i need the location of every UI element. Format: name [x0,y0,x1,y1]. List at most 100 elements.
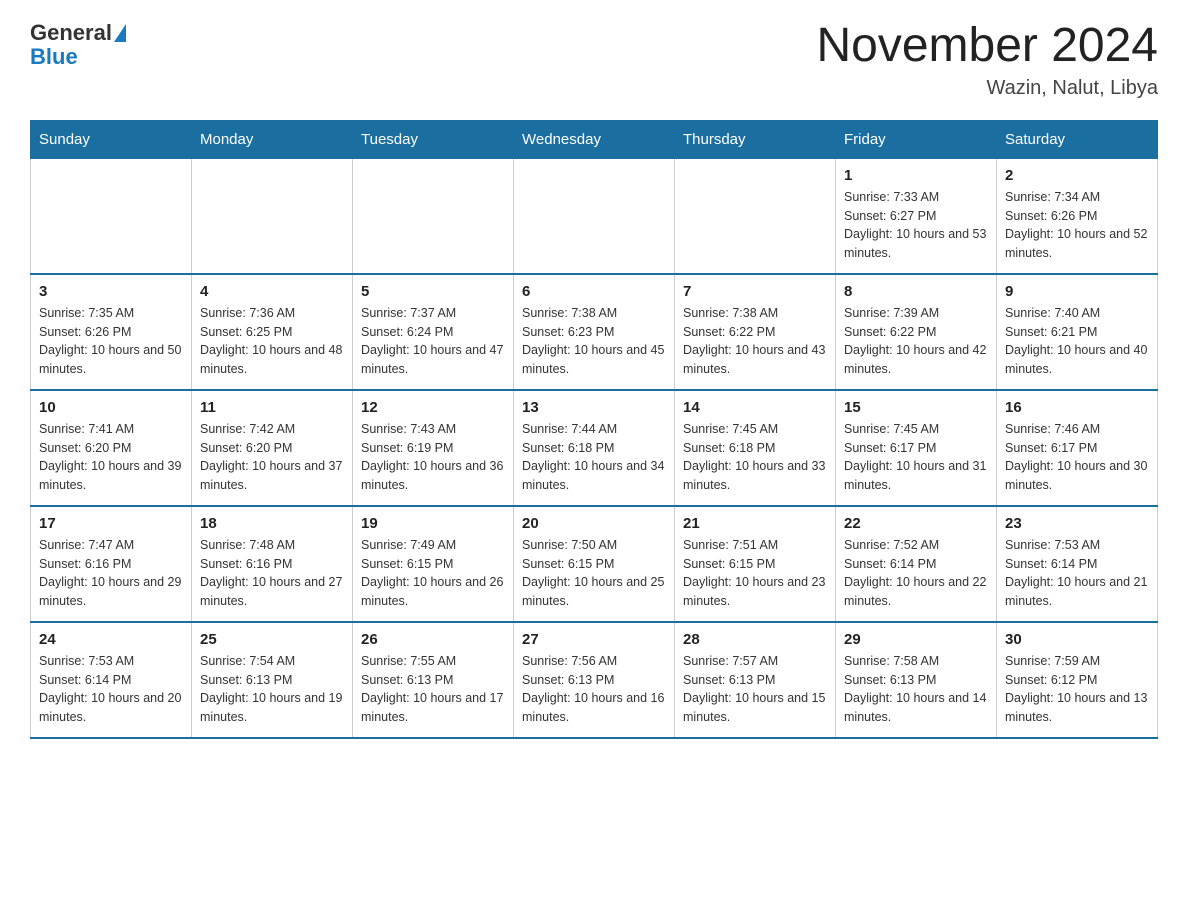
calendar-cell: 30 Sunrise: 7:59 AMSunset: 6:12 PMDayligh… [997,622,1158,738]
day-number: 8 [844,283,988,300]
day-number: 19 [361,515,505,532]
day-number: 13 [522,399,666,416]
day-number: 24 [39,631,183,648]
day-number: 10 [39,399,183,416]
weekday-header-saturday: Saturday [997,120,1158,158]
calendar-cell: 6Sunrise: 7:38 AMSunset: 6:23 PMDaylight… [514,274,675,390]
calendar-cell: 22 Sunrise: 7:52 AMSunset: 6:14 PMDayligh… [836,506,997,622]
day-info: Sunrise: 7:53 AMSunset: 6:14 PMDaylight:… [1005,536,1149,611]
day-info: Sunrise: 7:38 AMSunset: 6:22 PMDaylight:… [683,304,827,379]
week-row-4: 17 Sunrise: 7:47 AMSunset: 6:16 PMDayligh… [31,506,1158,622]
day-info: Sunrise: 7:48 AMSunset: 6:16 PMDaylight:… [200,536,344,611]
calendar-cell: 24Sunrise: 7:53 AMSunset: 6:14 PMDayligh… [31,622,192,738]
calendar-cell: 26 Sunrise: 7:55 AMSunset: 6:13 PMDayligh… [353,622,514,738]
day-info: Sunrise: 7:51 AMSunset: 6:15 PMDaylight:… [683,536,827,611]
month-title: November 2024 [816,20,1158,73]
header: General Blue November 2024 Wazin, Nalut,… [30,20,1158,100]
day-number: 5 [361,283,505,300]
day-number: 18 [200,515,344,532]
calendar-cell [675,158,836,274]
logo-blue-text: Blue [30,44,126,70]
day-info: Sunrise: 7:54 AMSunset: 6:13 PMDaylight:… [200,652,344,727]
day-info: Sunrise: 7:59 AMSunset: 6:12 PMDaylight:… [1005,652,1149,727]
calendar-cell: 10 Sunrise: 7:41 AMSunset: 6:20 PMDayligh… [31,390,192,506]
calendar-cell: 11 Sunrise: 7:42 AMSunset: 6:20 PMDayligh… [192,390,353,506]
week-row-5: 24Sunrise: 7:53 AMSunset: 6:14 PMDayligh… [31,622,1158,738]
day-number: 20 [522,515,666,532]
day-info: Sunrise: 7:50 AMSunset: 6:15 PMDaylight:… [522,536,666,611]
day-number: 1 [844,167,988,184]
calendar-table: SundayMondayTuesdayWednesdayThursdayFrid… [30,120,1158,739]
calendar-cell: 3 Sunrise: 7:35 AMSunset: 6:26 PMDaylight… [31,274,192,390]
calendar-cell: 20 Sunrise: 7:50 AMSunset: 6:15 PMDayligh… [514,506,675,622]
logo: General Blue [30,20,126,70]
day-number: 26 [361,631,505,648]
title-area: November 2024 Wazin, Nalut, Libya [816,20,1158,100]
day-info: Sunrise: 7:35 AMSunset: 6:26 PMDaylight:… [39,304,183,379]
weekday-header-friday: Friday [836,120,997,158]
day-number: 2 [1005,167,1149,184]
day-number: 17 [39,515,183,532]
weekday-header-thursday: Thursday [675,120,836,158]
calendar-cell: 13 Sunrise: 7:44 AMSunset: 6:18 PMDayligh… [514,390,675,506]
week-row-3: 10 Sunrise: 7:41 AMSunset: 6:20 PMDayligh… [31,390,1158,506]
day-number: 30 [1005,631,1149,648]
day-info: Sunrise: 7:42 AMSunset: 6:20 PMDaylight:… [200,420,344,495]
day-info: Sunrise: 7:45 AMSunset: 6:18 PMDaylight:… [683,420,827,495]
day-info: Sunrise: 7:55 AMSunset: 6:13 PMDaylight:… [361,652,505,727]
calendar-cell: 7 Sunrise: 7:38 AMSunset: 6:22 PMDaylight… [675,274,836,390]
calendar-cell: 8Sunrise: 7:39 AMSunset: 6:22 PMDaylight… [836,274,997,390]
day-info: Sunrise: 7:36 AMSunset: 6:25 PMDaylight:… [200,304,344,379]
calendar-cell [31,158,192,274]
calendar-cell: 19 Sunrise: 7:49 AMSunset: 6:15 PMDayligh… [353,506,514,622]
calendar-cell: 12Sunrise: 7:43 AMSunset: 6:19 PMDayligh… [353,390,514,506]
weekday-header-wednesday: Wednesday [514,120,675,158]
calendar-cell: 15Sunrise: 7:45 AMSunset: 6:17 PMDayligh… [836,390,997,506]
weekday-header-row: SundayMondayTuesdayWednesdayThursdayFrid… [31,120,1158,158]
day-number: 14 [683,399,827,416]
calendar-cell: 17 Sunrise: 7:47 AMSunset: 6:16 PMDayligh… [31,506,192,622]
day-info: Sunrise: 7:52 AMSunset: 6:14 PMDaylight:… [844,536,988,611]
calendar-cell: 23Sunrise: 7:53 AMSunset: 6:14 PMDayligh… [997,506,1158,622]
day-number: 29 [844,631,988,648]
calendar-cell: 5 Sunrise: 7:37 AMSunset: 6:24 PMDaylight… [353,274,514,390]
week-row-2: 3 Sunrise: 7:35 AMSunset: 6:26 PMDaylight… [31,274,1158,390]
day-number: 16 [1005,399,1149,416]
calendar-cell: 16Sunrise: 7:46 AMSunset: 6:17 PMDayligh… [997,390,1158,506]
day-info: Sunrise: 7:45 AMSunset: 6:17 PMDaylight:… [844,420,988,495]
weekday-header-tuesday: Tuesday [353,120,514,158]
day-info: Sunrise: 7:41 AMSunset: 6:20 PMDaylight:… [39,420,183,495]
day-number: 28 [683,631,827,648]
day-number: 22 [844,515,988,532]
day-number: 11 [200,399,344,416]
day-number: 3 [39,283,183,300]
day-info: Sunrise: 7:40 AMSunset: 6:21 PMDaylight:… [1005,304,1149,379]
calendar-cell: 2 Sunrise: 7:34 AMSunset: 6:26 PMDaylight… [997,158,1158,274]
day-number: 7 [683,283,827,300]
calendar-cell: 1Sunrise: 7:33 AMSunset: 6:27 PMDaylight… [836,158,997,274]
day-number: 12 [361,399,505,416]
calendar-cell [192,158,353,274]
calendar-cell: 4 Sunrise: 7:36 AMSunset: 6:25 PMDaylight… [192,274,353,390]
location-subtitle: Wazin, Nalut, Libya [816,77,1158,100]
day-number: 4 [200,283,344,300]
day-info: Sunrise: 7:37 AMSunset: 6:24 PMDaylight:… [361,304,505,379]
calendar-cell: 27 Sunrise: 7:56 AMSunset: 6:13 PMDayligh… [514,622,675,738]
calendar-cell: 28 Sunrise: 7:57 AMSunset: 6:13 PMDayligh… [675,622,836,738]
weekday-header-sunday: Sunday [31,120,192,158]
week-row-1: 1Sunrise: 7:33 AMSunset: 6:27 PMDaylight… [31,158,1158,274]
calendar-cell: 25Sunrise: 7:54 AMSunset: 6:13 PMDayligh… [192,622,353,738]
day-info: Sunrise: 7:49 AMSunset: 6:15 PMDaylight:… [361,536,505,611]
day-number: 27 [522,631,666,648]
day-info: Sunrise: 7:47 AMSunset: 6:16 PMDaylight:… [39,536,183,611]
day-info: Sunrise: 7:57 AMSunset: 6:13 PMDaylight:… [683,652,827,727]
calendar-cell: 9 Sunrise: 7:40 AMSunset: 6:21 PMDaylight… [997,274,1158,390]
day-number: 9 [1005,283,1149,300]
weekday-header-monday: Monday [192,120,353,158]
day-info: Sunrise: 7:44 AMSunset: 6:18 PMDaylight:… [522,420,666,495]
day-info: Sunrise: 7:56 AMSunset: 6:13 PMDaylight:… [522,652,666,727]
day-info: Sunrise: 7:38 AMSunset: 6:23 PMDaylight:… [522,304,666,379]
calendar-cell [353,158,514,274]
calendar-cell [514,158,675,274]
day-info: Sunrise: 7:34 AMSunset: 6:26 PMDaylight:… [1005,188,1149,263]
